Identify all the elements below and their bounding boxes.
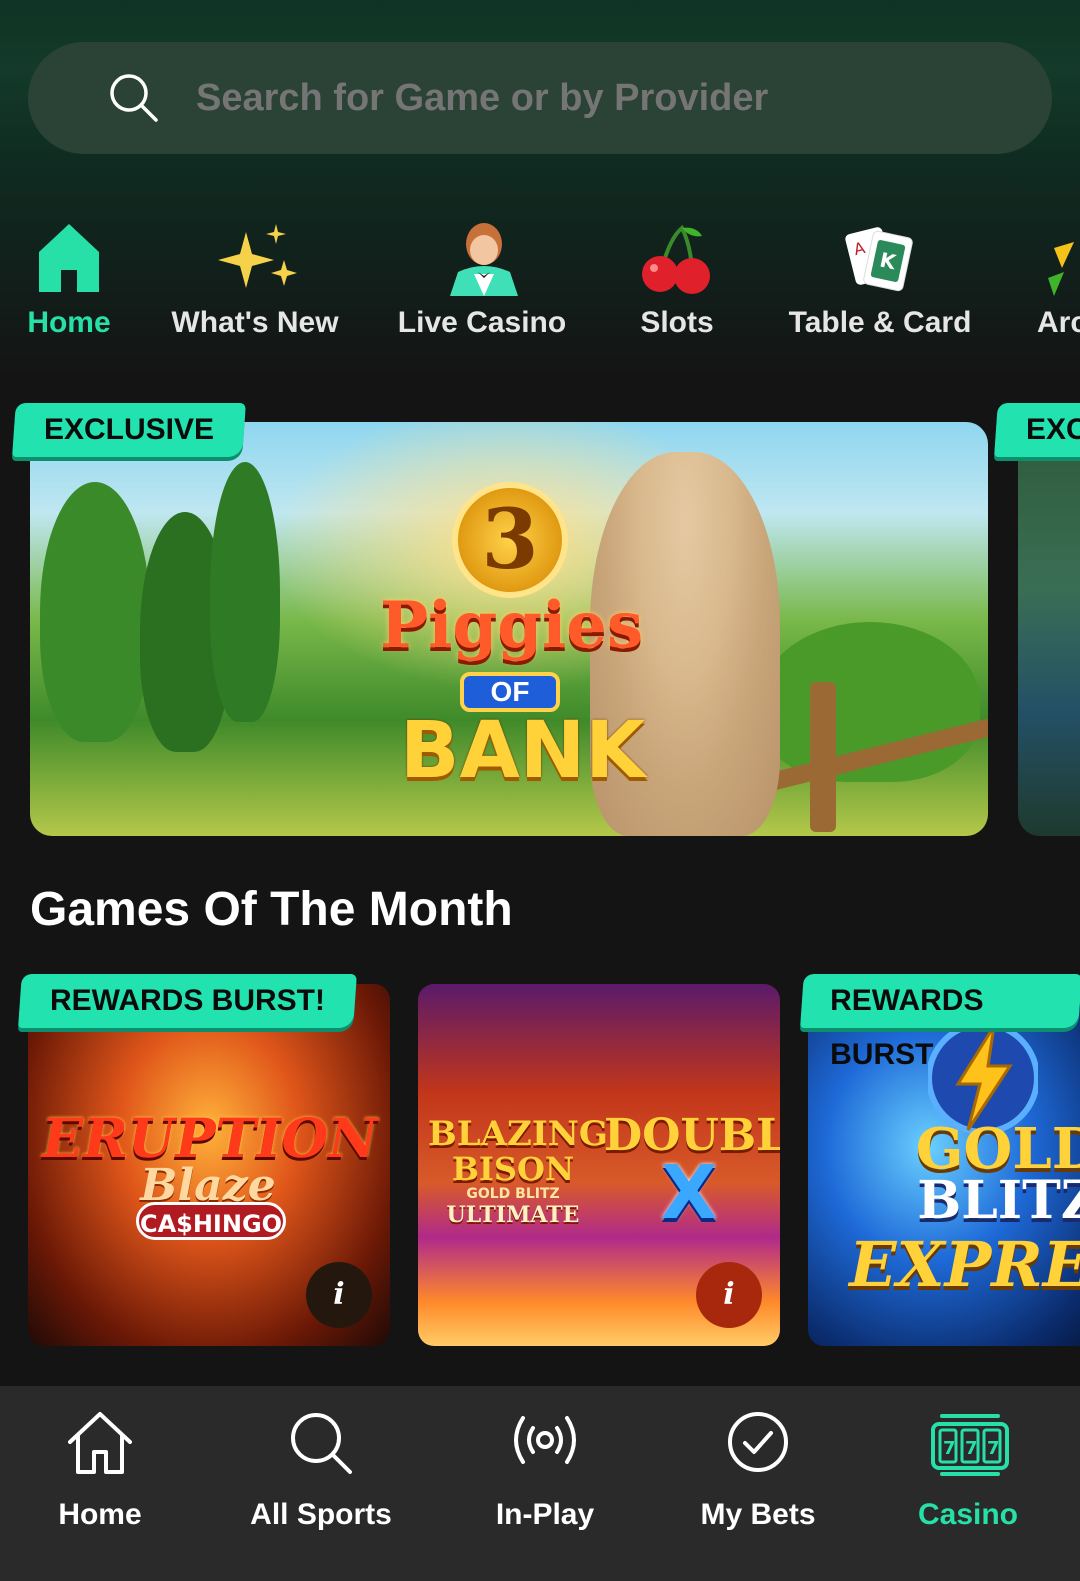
- game-title: X: [660, 1150, 718, 1236]
- category-nav: Home What's New Live Casino Slots A K Ta…: [0, 218, 1080, 348]
- playing-cards-icon: A K: [845, 227, 913, 292]
- game-title: EXPRES: [849, 1228, 1080, 1301]
- nav-label: Home: [58, 1498, 142, 1531]
- section-title: Games Of The Month: [30, 883, 513, 936]
- category-label: Home: [27, 306, 111, 339]
- game-title: BLITZ: [917, 1170, 1080, 1231]
- nav-casino[interactable]: 7 7 7 Casino: [870, 1386, 1070, 1581]
- nav-label: Casino: [917, 1498, 1019, 1531]
- info-button[interactable]: i: [306, 1262, 372, 1328]
- broadcast-icon: [514, 1416, 576, 1464]
- featured-banner-3-piggies-of-bank[interactable]: 3 Piggies OF BANK: [30, 422, 988, 836]
- info-button[interactable]: i: [696, 1262, 762, 1328]
- arcade-icon: [1048, 242, 1074, 296]
- logo-number: 3: [452, 482, 568, 598]
- svg-text:7: 7: [943, 1438, 956, 1459]
- game-tile-eruption-blaze[interactable]: ERUPTION Blaze CA$HINGO i: [28, 984, 390, 1346]
- bottom-nav: Home All Sports In-Play My Bets 7 7 7 Ca…: [0, 1386, 1080, 1581]
- category-label: Arc: [1036, 306, 1080, 339]
- svg-text:7: 7: [965, 1438, 978, 1459]
- nav-all-sports[interactable]: All Sports: [220, 1386, 420, 1581]
- game-tile-blazing-bison-double-x[interactable]: BLAZING BISON GOLD BLITZ ULTIMATE DOUBLE…: [418, 984, 780, 1346]
- nav-label: All Sports: [250, 1498, 392, 1531]
- game-subtitle: GOLD BLITZ: [466, 1186, 560, 1202]
- slot-machine-icon: 7 7 7: [931, 1414, 1009, 1476]
- home-outline-icon: [68, 1412, 132, 1474]
- category-label: Table & Card: [788, 306, 972, 339]
- nav-in-play[interactable]: In-Play: [445, 1386, 645, 1581]
- nav-home[interactable]: Home: [0, 1386, 200, 1581]
- category-label: Live Casino: [397, 306, 567, 339]
- nav-my-bets[interactable]: My Bets: [658, 1386, 858, 1581]
- featured-banner-next[interactable]: [1018, 422, 1080, 836]
- logo-line3: BANK: [400, 706, 646, 796]
- check-circle-icon: [728, 1412, 788, 1472]
- game-badge: CA$HINGO: [136, 1202, 286, 1240]
- game-logo: 3 Piggies OF BANK: [380, 482, 646, 796]
- category-label: What's New: [171, 306, 339, 339]
- banner-fence: [810, 682, 836, 832]
- exclusive-tag: EXCLUSIVE: [12, 403, 246, 457]
- category-label: Slots: [640, 306, 714, 339]
- rewards-burst-tag: REWARDS BURST!: [18, 974, 357, 1028]
- sparkles-icon: [218, 224, 297, 288]
- logo-line1: Piggies: [380, 588, 643, 663]
- dealer-icon: [450, 223, 518, 296]
- search-icon: [110, 74, 158, 122]
- cherries-icon: [642, 224, 710, 294]
- banner-tree: [210, 462, 280, 722]
- game-title: BLAZING: [428, 1114, 608, 1154]
- game-title: BISON: [451, 1150, 575, 1188]
- home-icon: [39, 224, 99, 292]
- search-icon: [291, 1413, 352, 1474]
- rewards-burst-tag: REWARDS BURST: [800, 974, 1080, 1071]
- banner-tree: [40, 482, 150, 742]
- nav-label: In-Play: [495, 1498, 595, 1531]
- search-bar[interactable]: [28, 42, 1052, 154]
- game-subtitle: ULTIMATE: [446, 1202, 580, 1228]
- nav-label: My Bets: [700, 1498, 816, 1531]
- exclusive-tag: EXC: [994, 403, 1080, 457]
- search-input[interactable]: [196, 42, 1016, 154]
- svg-text:7: 7: [987, 1438, 1000, 1459]
